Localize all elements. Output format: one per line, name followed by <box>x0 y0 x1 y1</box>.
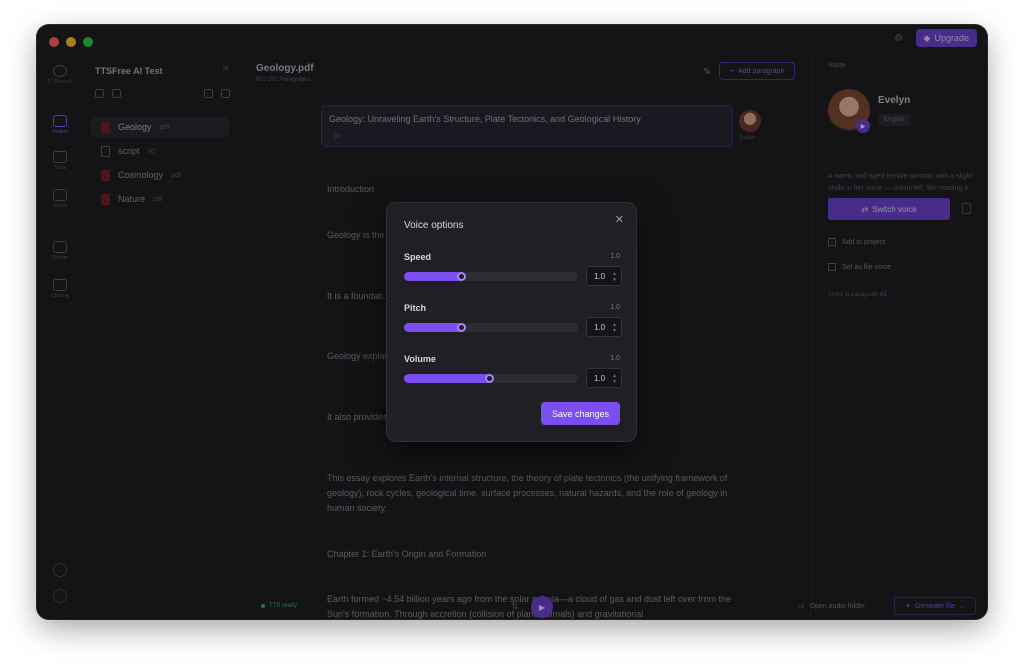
save-changes-button[interactable]: Save changes <box>540 402 620 425</box>
volume-control: Volume 1.0 1.0 ▲ ▼ <box>404 354 622 394</box>
speed-label: Speed <box>404 252 432 262</box>
pitch-label: Pitch <box>404 303 427 313</box>
pitch-control: Pitch 1.0 1.0 ▲ ▼ <box>404 303 622 343</box>
slider-handle[interactable] <box>457 272 467 281</box>
slider-fill <box>404 272 464 281</box>
slider-fill <box>404 323 464 332</box>
volume-input[interactable]: 1.0 ▲ ▼ <box>586 368 622 388</box>
speed-input-value: 1.0 <box>594 271 606 281</box>
close-icon[interactable]: ✕ <box>615 213 624 226</box>
speed-control: Speed 1.0 1.0 ▲ ▼ <box>404 252 622 292</box>
volume-slider[interactable] <box>404 374 578 383</box>
volume-label: Volume <box>404 354 436 364</box>
stepper-icon[interactable]: ▲ ▼ <box>612 322 617 334</box>
slider-fill <box>404 374 491 383</box>
pitch-value: 1.0 <box>610 304 620 311</box>
stepper-icon[interactable]: ▲ ▼ <box>612 271 617 283</box>
stepper-icon[interactable]: ▲ ▼ <box>612 373 617 385</box>
speed-value: 1.0 <box>610 253 620 260</box>
pitch-input[interactable]: 1.0 ▲ ▼ <box>586 317 622 337</box>
pitch-slider[interactable] <box>404 323 578 332</box>
pitch-input-value: 1.0 <box>594 322 606 332</box>
volume-input-value: 1.0 <box>594 373 606 383</box>
slider-handle[interactable] <box>457 323 467 332</box>
speed-slider[interactable] <box>404 272 578 281</box>
volume-value: 1.0 <box>610 355 620 362</box>
speed-input[interactable]: 1.0 ▲ ▼ <box>586 266 622 286</box>
slider-handle[interactable] <box>485 374 494 383</box>
save-changes-label: Save changes <box>551 408 609 419</box>
voice-options-dialog: Voice options ✕ Speed 1.0 1.0 ▲ ▼ Pitch 1… <box>386 202 637 442</box>
dialog-title: Voice options <box>404 220 464 231</box>
